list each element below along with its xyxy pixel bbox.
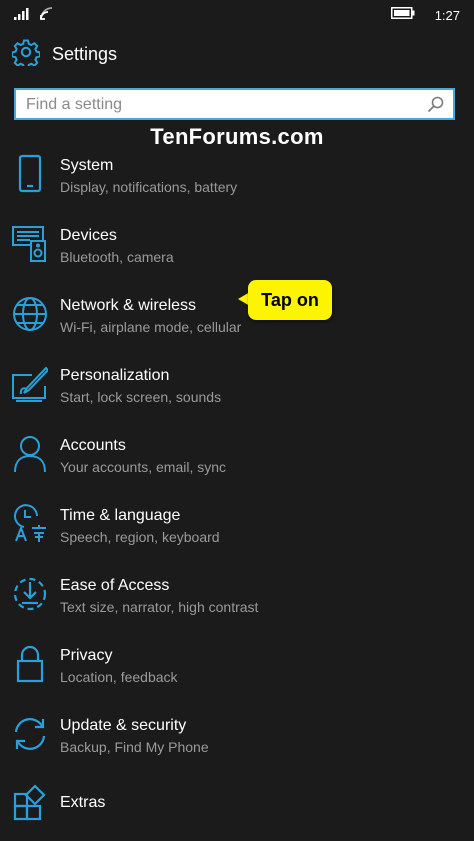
time-language-icon <box>12 504 48 544</box>
signal-icon <box>14 7 30 25</box>
item-title: System <box>60 157 114 174</box>
item-title: Personalization <box>60 367 170 384</box>
item-subtitle: Bluetooth, camera <box>60 249 174 265</box>
item-title: Ease of Access <box>60 577 170 594</box>
devices-icon <box>12 224 48 264</box>
status-time: 1:27 <box>434 7 460 23</box>
item-subtitle: Display, notifications, battery <box>60 179 238 195</box>
page-header: Settings <box>11 38 118 71</box>
settings-item-update-security[interactable]: Update & security Backup, Find My Phone <box>0 706 474 770</box>
extras-icon <box>12 784 48 824</box>
search-icon[interactable] <box>427 96 444 118</box>
phone-icon <box>12 154 48 194</box>
person-icon <box>12 434 48 474</box>
settings-item-privacy[interactable]: Privacy Location, feedback <box>0 636 474 700</box>
ease-of-access-icon <box>12 574 48 614</box>
settings-item-time-language[interactable]: Time & language Speech, region, keyboard <box>0 496 474 560</box>
item-subtitle: Start, lock screen, sounds <box>60 389 222 405</box>
settings-item-system[interactable]: System Display, notifications, battery <box>0 146 474 210</box>
settings-item-personalization[interactable]: Personalization Start, lock screen, soun… <box>0 356 474 420</box>
paintbrush-icon <box>12 364 50 404</box>
search-box[interactable] <box>14 88 455 120</box>
battery-icon <box>390 6 415 24</box>
settings-item-extras[interactable]: Extras <box>0 776 474 840</box>
item-subtitle: Your accounts, email, sync <box>60 459 227 475</box>
item-title: Time & language <box>60 507 181 524</box>
item-title: Accounts <box>60 437 126 454</box>
settings-item-ease-of-access[interactable]: Ease of Access Text size, narrator, high… <box>0 566 474 630</box>
settings-item-devices[interactable]: Devices Bluetooth, camera <box>0 216 474 280</box>
item-subtitle: Speech, region, keyboard <box>60 529 220 545</box>
callout-text: Tap on <box>261 290 319 310</box>
item-title: Extras <box>60 794 106 811</box>
gear-icon <box>11 38 41 71</box>
item-title: Network & wireless <box>60 297 197 314</box>
item-title: Devices <box>60 227 117 244</box>
item-subtitle: Wi-Fi, airplane mode, cellular <box>60 319 242 335</box>
item-subtitle: Backup, Find My Phone <box>60 739 209 755</box>
status-bar: 1:27 <box>0 0 474 28</box>
item-title: Update & security <box>60 717 187 734</box>
item-subtitle: Location, feedback <box>60 669 178 685</box>
item-title: Privacy <box>60 647 113 664</box>
lock-icon <box>12 644 48 684</box>
page-title: Settings <box>52 44 118 64</box>
item-subtitle: Text size, narrator, high contrast <box>60 599 259 615</box>
globe-icon <box>12 294 48 334</box>
wifi-icon <box>40 7 56 25</box>
search-input[interactable] <box>26 93 406 117</box>
settings-item-accounts[interactable]: Accounts Your accounts, email, sync <box>0 426 474 490</box>
sync-icon <box>12 714 48 754</box>
settings-item-network[interactable]: Network & wireless Wi-Fi, airplane mode,… <box>0 286 474 350</box>
